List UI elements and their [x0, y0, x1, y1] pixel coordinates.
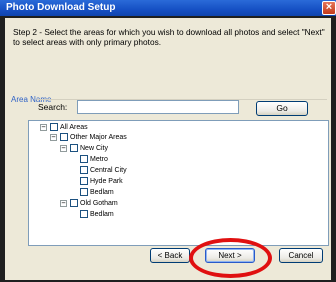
collapse-icon[interactable]: − [60, 200, 67, 207]
tree-node-label: Central City [90, 167, 127, 174]
checkbox-old-gotham[interactable] [70, 199, 78, 207]
collapse-icon[interactable]: − [40, 124, 47, 131]
search-input[interactable] [77, 100, 239, 114]
title-bar[interactable]: Photo Download Setup × [0, 0, 336, 16]
close-button[interactable]: × [322, 1, 336, 15]
tree-node-label: Hyde Park [90, 178, 123, 185]
back-button[interactable]: < Back [150, 248, 190, 263]
step-instructions: Step 2 - Select the areas for which you … [13, 27, 325, 47]
checkbox-bedlam-old-gotham[interactable] [80, 210, 88, 218]
annotation-circle [189, 238, 272, 278]
dialog-body: Step 2 - Select the areas for which you … [5, 18, 331, 280]
dialog-window: Photo Download Setup × Step 2 - Select t… [0, 0, 336, 282]
search-label: Search: [38, 102, 68, 112]
window-title: Photo Download Setup [6, 2, 116, 13]
checkbox-bedlam[interactable] [80, 188, 88, 196]
tree-node-label: All Areas [60, 124, 88, 131]
checkbox-metro[interactable] [80, 155, 88, 163]
collapse-icon[interactable]: − [60, 145, 67, 152]
tree-node-label: Bedlam [90, 211, 114, 218]
tree-node-label: Bedlam [90, 189, 114, 196]
tree-node-label: Other Major Areas [70, 134, 127, 141]
cancel-button[interactable]: Cancel [279, 248, 323, 263]
collapse-icon[interactable]: − [50, 134, 57, 141]
checkbox-new-city[interactable] [70, 144, 78, 152]
checkbox-central-city[interactable] [80, 166, 88, 174]
close-icon: × [325, 1, 333, 13]
tree-node-label: Old Gotham [80, 200, 118, 207]
go-button[interactable]: Go [256, 101, 308, 116]
tree-node-label: Metro [90, 156, 108, 163]
tree-node-label: New City [80, 145, 109, 152]
checkbox-other-major-areas[interactable] [60, 133, 68, 141]
area-tree[interactable]: − All Areas − Other Major Areas − New Ci… [28, 120, 329, 246]
checkbox-hyde-park[interactable] [80, 177, 88, 185]
checkbox-all-areas[interactable] [50, 123, 58, 131]
